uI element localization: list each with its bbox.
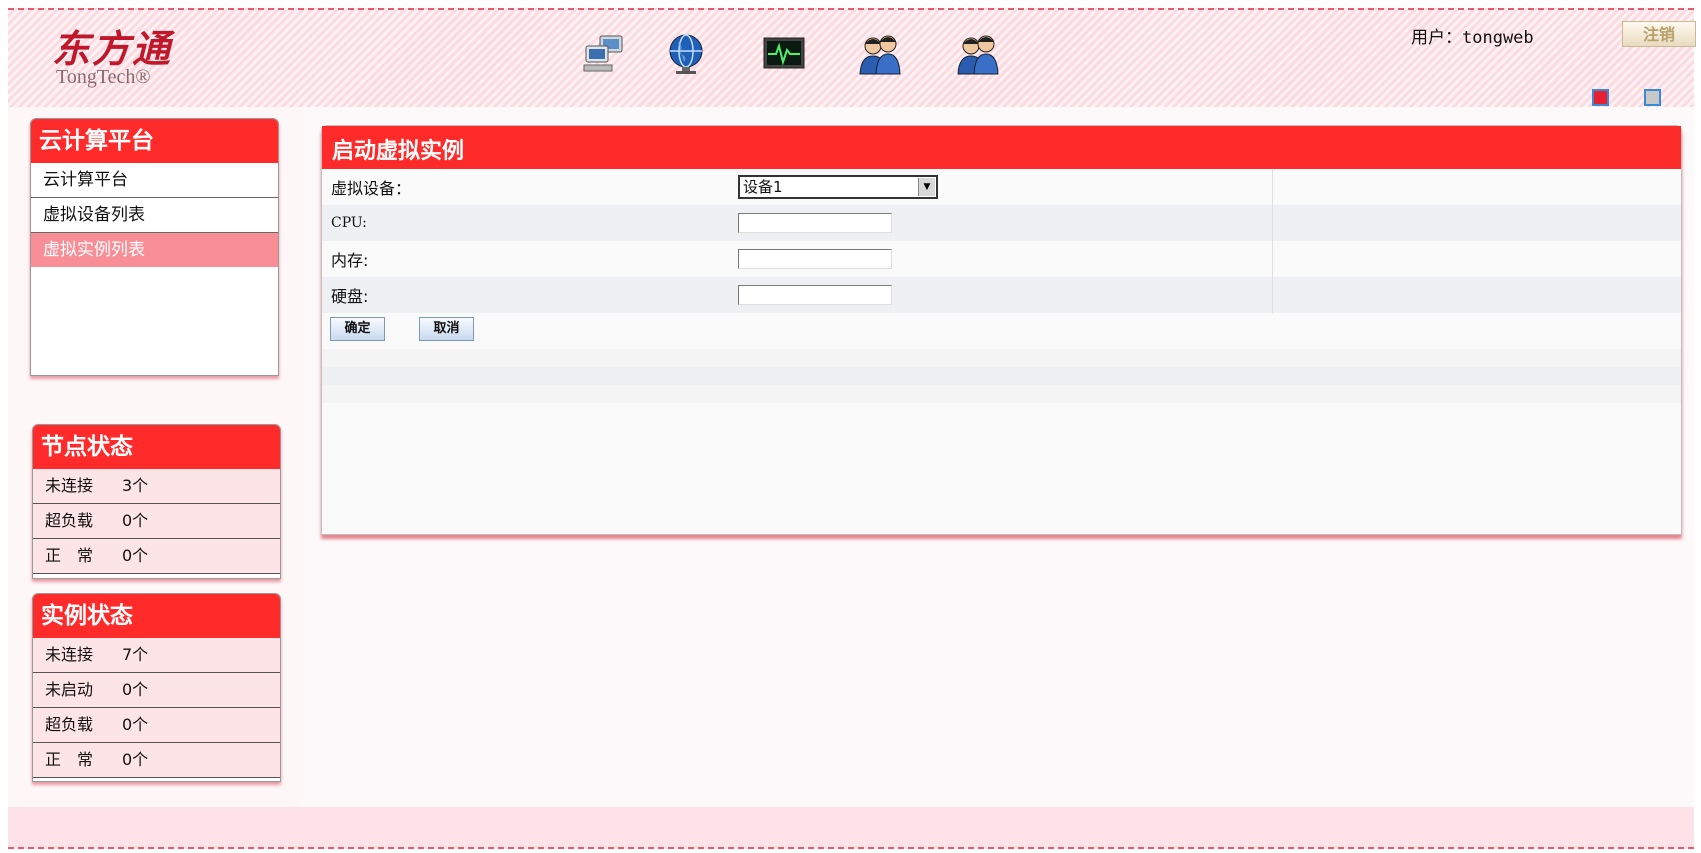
cancel-button[interactable]: 取消 xyxy=(419,317,474,341)
confirm-button[interactable]: 确定 xyxy=(330,317,385,341)
node-status-title: 节点状态 xyxy=(33,425,280,469)
stat-count: 3个 xyxy=(122,476,149,495)
header-bar: 东方通 TongTech® 用户：tongweb 注销 xyxy=(8,8,1696,109)
menu-item-virtual-instances[interactable]: 虚拟实例列表 xyxy=(31,233,278,267)
cpu-input[interactable] xyxy=(738,213,892,233)
device-label: 虚拟设备： xyxy=(331,179,412,198)
instance-status-row: 未连接 7个 xyxy=(33,638,280,673)
empty-row xyxy=(322,385,1681,403)
stat-count: 0个 xyxy=(122,546,149,565)
user-group-icon[interactable] xyxy=(956,32,1000,76)
form-row-cpu: CPU: xyxy=(322,205,1681,241)
disk-input[interactable] xyxy=(738,285,892,305)
cpu-label: CPU: xyxy=(331,215,367,231)
monitor-pulse-icon[interactable] xyxy=(762,32,806,76)
page-title: 启动虚拟实例 xyxy=(322,126,1681,169)
form-row-device: 虚拟设备： 设备1 ▼ xyxy=(322,169,1681,205)
device-select-value: 设备1 xyxy=(743,178,783,196)
instance-status-row: 未启动 0个 xyxy=(33,673,280,708)
users-icon[interactable] xyxy=(858,32,902,76)
form-row-memory: 内存: xyxy=(322,241,1681,277)
column-divider xyxy=(1272,169,1273,205)
start-instance-panel: 启动虚拟实例 虚拟设备： 设备1 ▼ CPU: 内存: 硬盘: 确定 取消 xyxy=(321,125,1682,535)
form-row-actions: 确定 取消 xyxy=(322,313,1681,349)
node-status-panel: 节点状态 未连接 3个 超负载 0个 正 常 0个 xyxy=(32,424,281,579)
logo-english: TongTech® xyxy=(56,66,151,88)
instance-status-row: 超负载 0个 xyxy=(33,708,280,743)
form-row-disk: 硬盘: xyxy=(322,277,1681,313)
instance-status-title: 实例状态 xyxy=(33,594,280,638)
skin-gray-swatch[interactable] xyxy=(1644,89,1661,106)
user-info: 用户：tongweb xyxy=(1411,23,1534,48)
stat-count: 0个 xyxy=(122,680,149,699)
empty-row xyxy=(322,349,1681,367)
logo-chinese: 东方通 xyxy=(52,26,173,71)
device-select[interactable]: 设备1 ▼ xyxy=(738,175,938,199)
node-status-row: 正 常 0个 xyxy=(33,539,280,574)
platform-menu-title: 云计算平台 xyxy=(31,119,278,163)
node-status-row: 超负载 0个 xyxy=(33,504,280,539)
stat-label: 未启动 xyxy=(45,680,94,699)
stat-label: 超负载 xyxy=(45,511,94,530)
network-computers-icon[interactable] xyxy=(582,32,626,76)
stat-label: 未连接 xyxy=(45,645,94,664)
stat-count: 7个 xyxy=(122,645,149,664)
globe-icon[interactable] xyxy=(664,32,708,76)
skin-red-swatch[interactable] xyxy=(1592,89,1609,106)
logout-button[interactable]: 注销 xyxy=(1622,21,1696,47)
disk-label: 硬盘: xyxy=(331,287,369,306)
memory-input[interactable] xyxy=(738,249,892,269)
stat-label: 正 常 xyxy=(45,546,94,565)
stat-count: 0个 xyxy=(122,511,149,530)
chevron-down-icon[interactable]: ▼ xyxy=(918,178,935,196)
stat-count: 0个 xyxy=(122,750,149,769)
footer-bar xyxy=(8,807,1694,849)
node-status-row: 未连接 3个 xyxy=(33,469,280,504)
empty-row xyxy=(322,367,1681,385)
column-divider xyxy=(1272,205,1273,241)
stat-label: 超负载 xyxy=(45,715,94,734)
stat-label: 正 常 xyxy=(45,750,94,769)
column-divider xyxy=(1272,277,1273,313)
user-label: 用户： xyxy=(1411,28,1462,48)
menu-item-cloud-platform[interactable]: 云计算平台 xyxy=(31,163,278,198)
stat-label: 未连接 xyxy=(45,476,94,495)
platform-menu-panel: 云计算平台 云计算平台 虚拟设备列表 虚拟实例列表 xyxy=(30,118,279,376)
username: tongweb xyxy=(1462,28,1534,48)
column-divider xyxy=(1272,241,1273,277)
menu-item-virtual-devices[interactable]: 虚拟设备列表 xyxy=(31,198,278,233)
memory-label: 内存: xyxy=(331,251,369,270)
instance-status-row: 正 常 0个 xyxy=(33,743,280,778)
stat-count: 0个 xyxy=(122,715,149,734)
instance-status-panel: 实例状态 未连接 7个 未启动 0个 超负载 0个 正 常 0个 xyxy=(32,593,281,782)
